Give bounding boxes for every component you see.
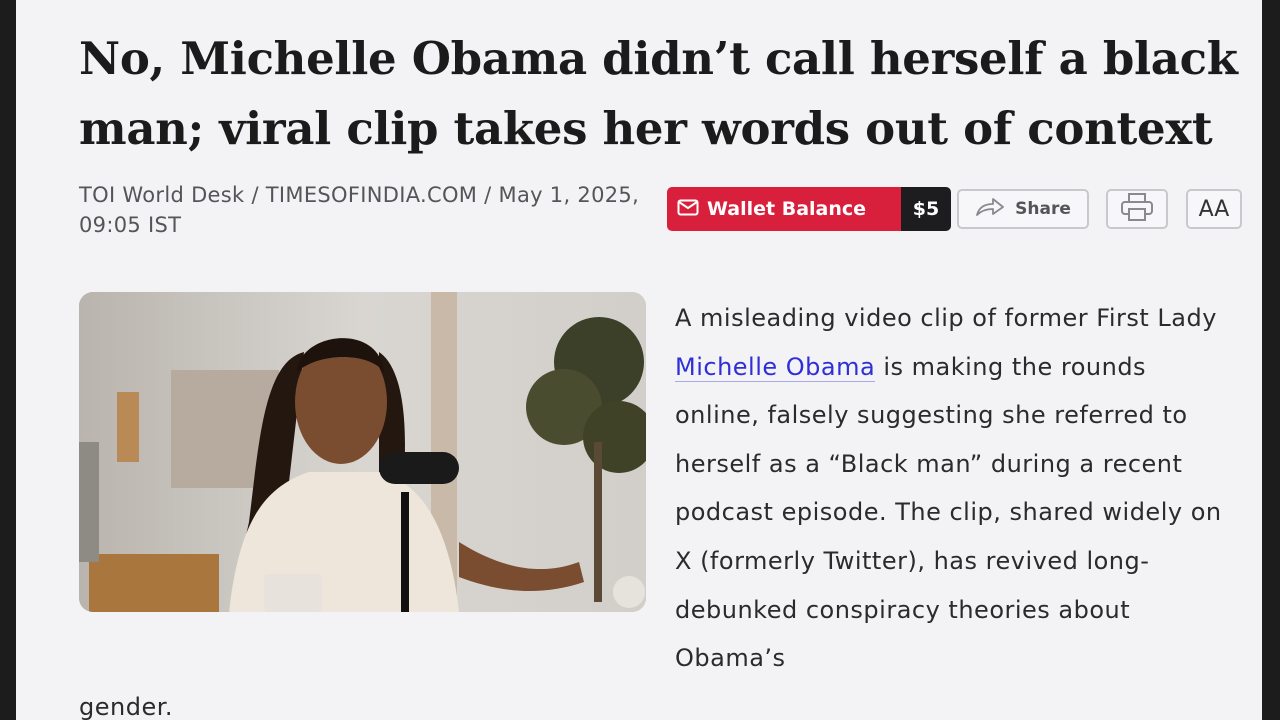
print-button[interactable] bbox=[1106, 189, 1168, 229]
article-photo bbox=[79, 292, 646, 612]
wallet-balance-section[interactable]: Wallet Balance bbox=[667, 187, 901, 231]
article-body: A misleading video clip of former First … bbox=[675, 294, 1235, 683]
font-size-button[interactable]: AA bbox=[1186, 189, 1242, 229]
wallet-balance-button[interactable]: Wallet Balance $5 bbox=[667, 187, 951, 231]
article-headline: No, Michelle Obama didn’t call herself a… bbox=[79, 32, 1238, 155]
share-label: Share bbox=[1015, 199, 1071, 219]
share-arrow-icon bbox=[975, 197, 1005, 222]
printer-icon bbox=[1120, 192, 1154, 226]
article-byline: TOI World Desk / TIMESOFINDIA.COM / May … bbox=[79, 183, 640, 237]
wallet-balance-label: Wallet Balance bbox=[707, 198, 867, 220]
michelle-obama-link[interactable]: Michelle Obama bbox=[675, 352, 876, 382]
article-body-continued: is making the rounds online, falsely sug… bbox=[675, 352, 1222, 673]
wallet-icon bbox=[677, 197, 699, 222]
share-button[interactable]: Share bbox=[957, 189, 1089, 229]
wallet-balance-amount: $5 bbox=[901, 187, 951, 231]
article-body-intro: A misleading video clip of former First … bbox=[675, 304, 1217, 332]
article-body-tail: gender. bbox=[79, 693, 174, 720]
article-page: No, Michelle Obama didn’t call herself a… bbox=[16, 0, 1262, 720]
